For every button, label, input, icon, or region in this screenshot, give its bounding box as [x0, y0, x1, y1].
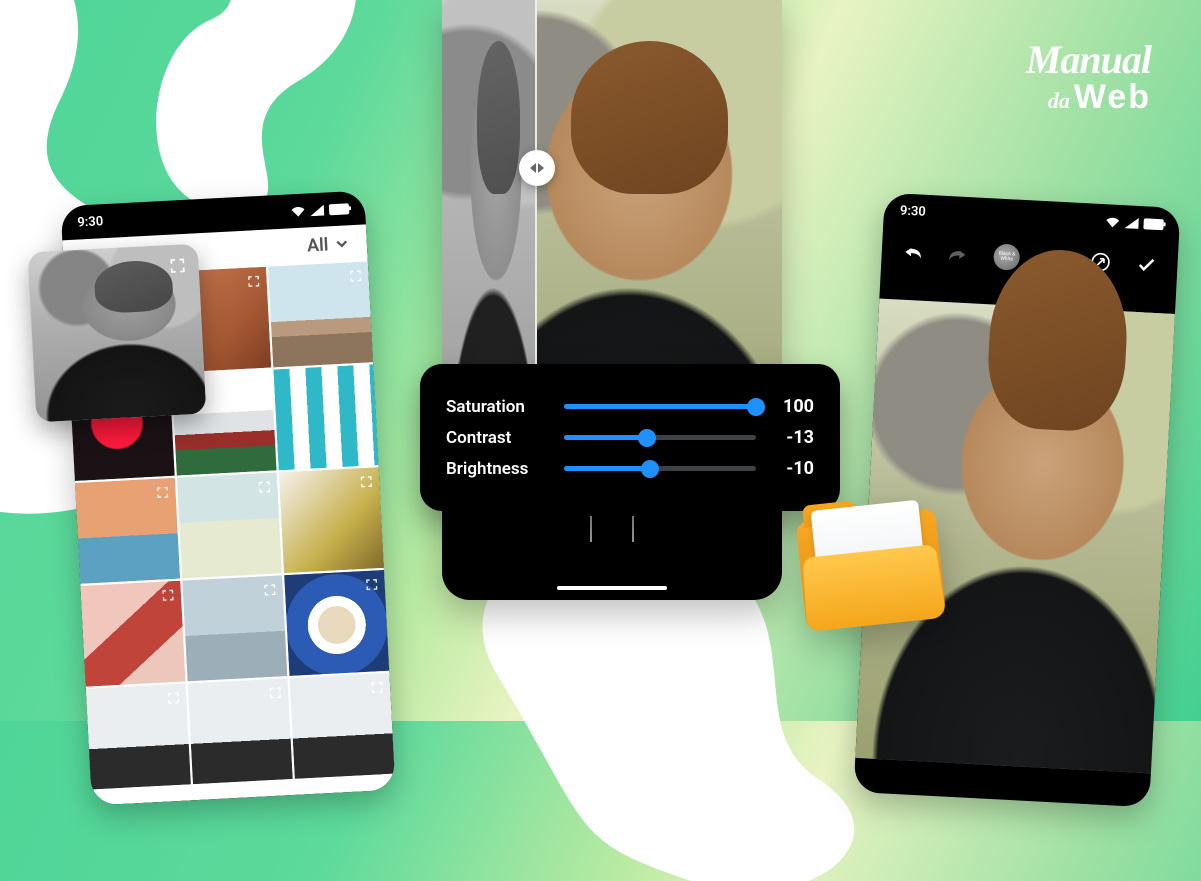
expand-icon — [168, 256, 187, 279]
status-time: 9:30 — [77, 214, 104, 230]
brand-line2-prefix: da — [1048, 88, 1070, 113]
brand-line2: Web — [1074, 78, 1151, 116]
gallery-tile[interactable] — [75, 478, 180, 584]
brightness-label: Brightness — [446, 459, 548, 479]
expand-icon — [246, 273, 261, 293]
brand-line1: Manual — [1026, 40, 1151, 80]
battery-icon — [1143, 218, 1164, 230]
expand-icon — [359, 473, 374, 493]
chevron-left-icon — [530, 163, 536, 173]
gallery-tile[interactable] — [177, 472, 282, 578]
home-indicator — [557, 586, 667, 590]
brand-logo: Manual daWeb — [1026, 40, 1151, 114]
expand-icon — [262, 582, 277, 602]
expand-icon — [364, 576, 379, 596]
status-time: 9:30 — [900, 203, 927, 219]
signal-icon — [1124, 217, 1139, 229]
gallery-tile[interactable] — [86, 683, 191, 789]
gallery-tile[interactable] — [268, 261, 373, 367]
confirm-button[interactable] — [1136, 254, 1157, 275]
editor-bottom-bar — [442, 510, 782, 565]
comparison-slider-handle[interactable] — [519, 150, 555, 186]
chevron-right-icon — [538, 163, 544, 173]
gallery-tile[interactable] — [273, 364, 378, 470]
expand-icon — [161, 587, 176, 607]
battery-icon — [329, 203, 350, 215]
selected-thumbnail[interactable] — [28, 244, 207, 423]
wifi-icon — [291, 205, 306, 217]
contrast-label: Contrast — [446, 428, 548, 448]
expand-icon — [370, 679, 385, 699]
wifi-icon — [1105, 216, 1120, 228]
gallery-tile[interactable] — [290, 673, 395, 779]
undo-button[interactable] — [902, 242, 923, 263]
gallery-tile[interactable] — [80, 581, 185, 687]
gallery-filter-dropdown[interactable]: All — [307, 233, 352, 256]
redo-button[interactable] — [948, 244, 969, 265]
expand-icon — [155, 484, 170, 504]
filter-thumb-button[interactable]: Black & White — [993, 243, 1020, 270]
contrast-slider[interactable] — [564, 435, 756, 440]
tick-icon — [632, 516, 634, 542]
brightness-value: -10 — [772, 458, 814, 479]
expand-icon — [252, 376, 267, 396]
brightness-slider[interactable] — [564, 466, 756, 471]
phone-tools: 9:30 Black & White — [854, 193, 1181, 808]
chevron-down-icon — [332, 234, 351, 253]
gallery-tile[interactable] — [182, 575, 287, 681]
expand-icon — [257, 479, 272, 499]
folder-icon — [796, 508, 947, 632]
expand-icon — [348, 268, 363, 288]
filter-name: Black & White — [994, 251, 1020, 262]
signal-icon — [310, 204, 325, 216]
gallery-tile[interactable] — [284, 570, 389, 676]
saturation-value: 100 — [772, 396, 814, 417]
expand-icon — [268, 684, 283, 704]
gallery-filter-label: All — [307, 234, 329, 256]
contrast-value: -13 — [772, 427, 814, 448]
expand-icon — [166, 690, 181, 710]
saturation-slider[interactable] — [564, 404, 756, 409]
gallery-tile[interactable] — [279, 467, 384, 573]
saturation-label: Saturation — [446, 397, 548, 417]
expand-icon — [354, 371, 369, 391]
tick-icon — [590, 516, 592, 542]
adjustments-panel: Saturation 100 Contrast -13 Brightness -… — [420, 364, 840, 511]
gallery-tile[interactable] — [188, 678, 293, 784]
